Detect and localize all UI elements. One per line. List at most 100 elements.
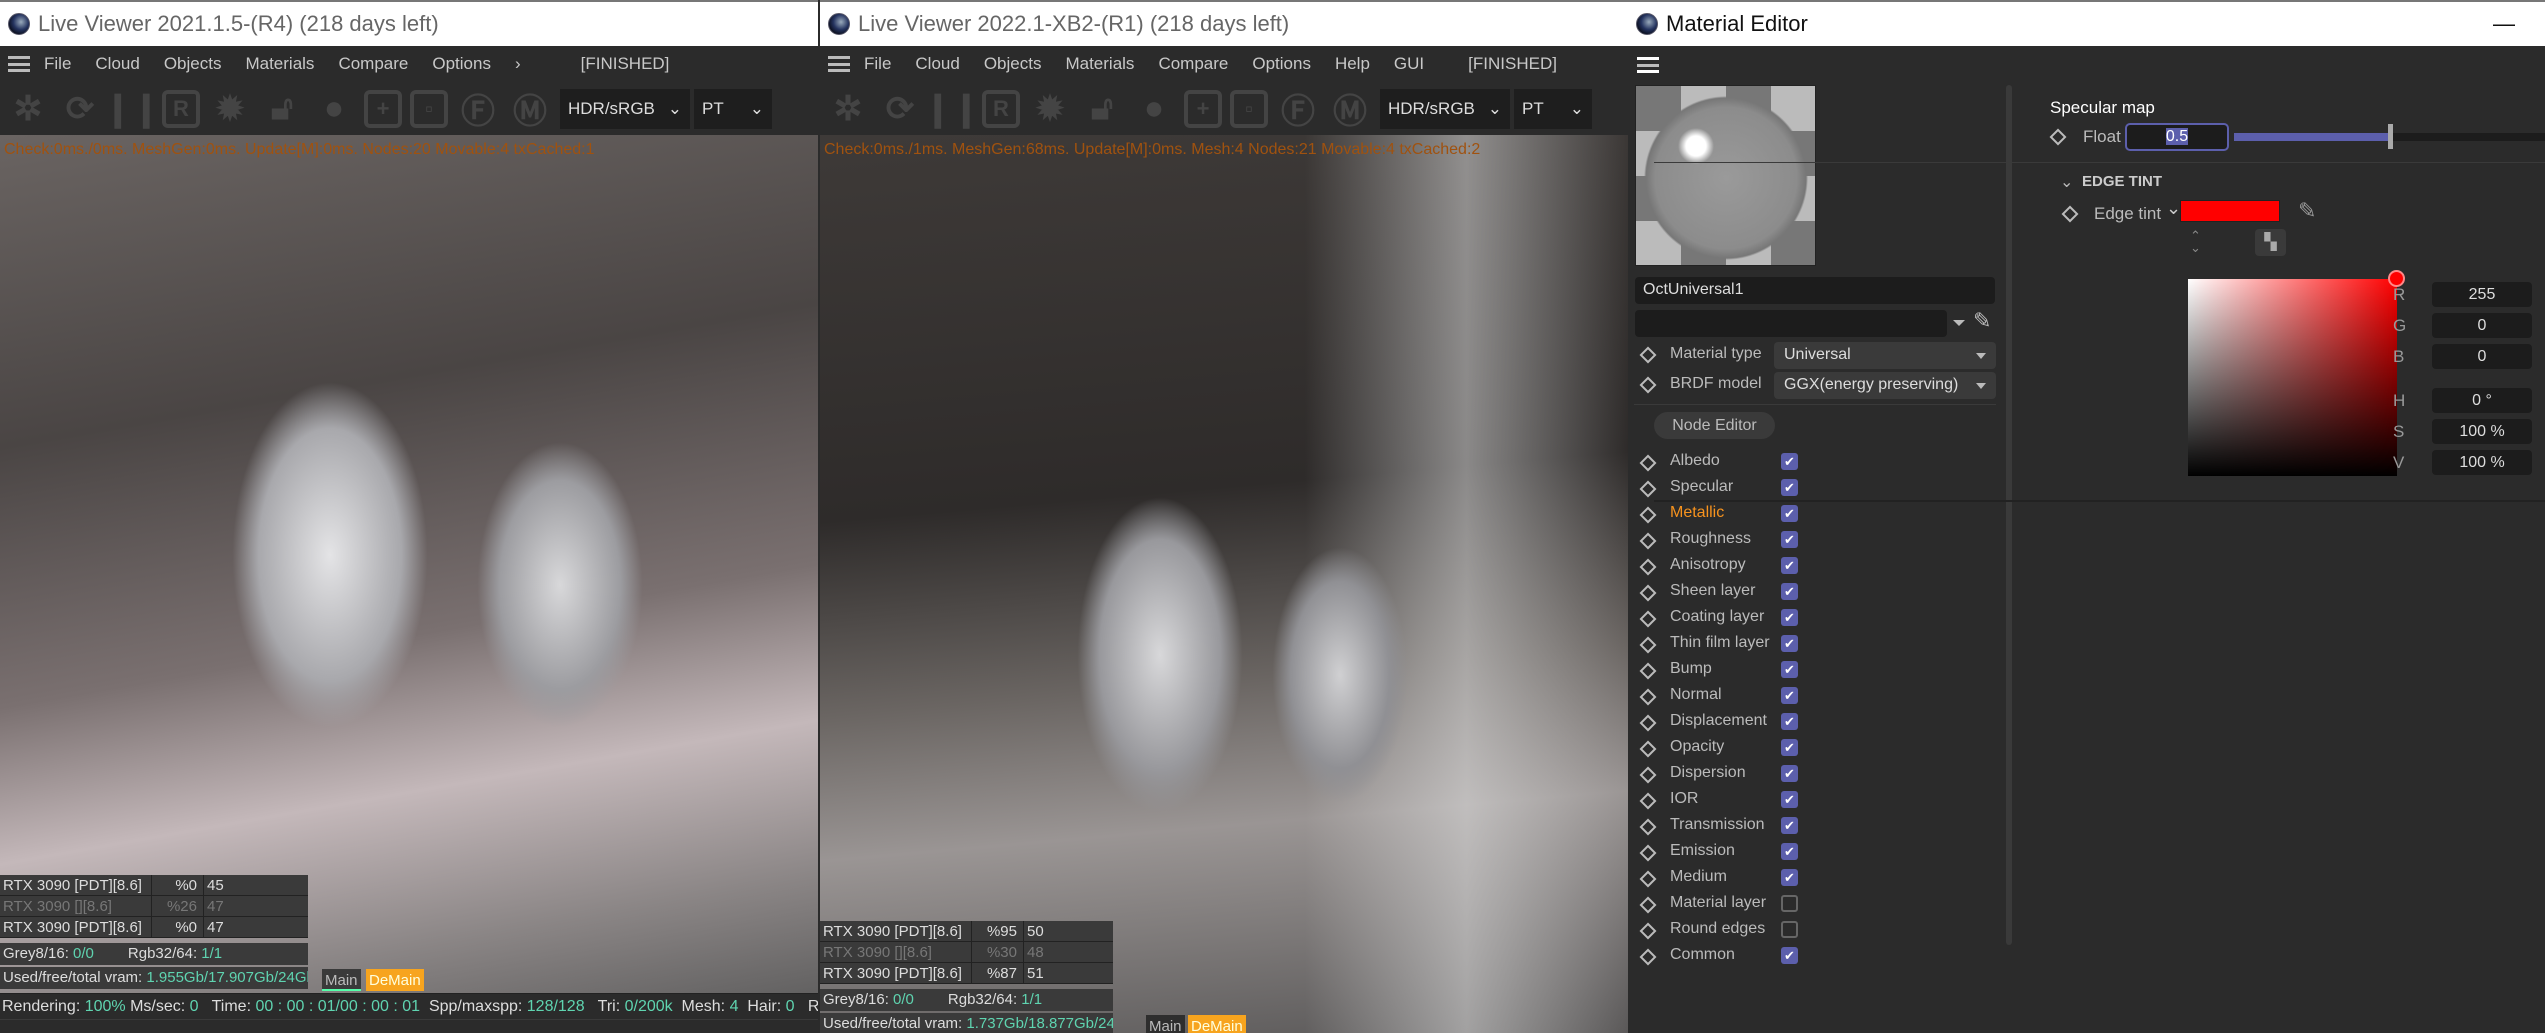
display-mode-select[interactable]: HDR/sRGB ⌄ [560, 88, 690, 129]
render-region-icon[interactable]: ▫ [410, 89, 448, 128]
chevron-down-icon[interactable]: ⌄ [2166, 198, 2181, 219]
menu-help[interactable]: Help [1335, 54, 1370, 74]
saturation-value-picker[interactable] [2188, 279, 2397, 476]
focus-pick-icon[interactable]: Ⓕ [1276, 87, 1320, 131]
channel-checkbox[interactable]: ✔ [1781, 479, 1798, 496]
pin-diamond-icon[interactable] [2049, 128, 2067, 146]
menu-cloud[interactable]: Cloud [915, 54, 959, 74]
float-value-input[interactable]: 0.5 [2125, 123, 2229, 151]
menu-objects[interactable]: Objects [164, 54, 222, 74]
channel-checkbox[interactable]: ✔ [1781, 817, 1798, 834]
channel-checkbox[interactable] [1781, 895, 1798, 912]
lock-open-icon[interactable]: 🔓︎ [260, 87, 304, 131]
sphere-icon[interactable]: ● [312, 87, 356, 131]
pin-diamond-icon[interactable] [1639, 480, 1657, 498]
hamburger-menu-icon[interactable] [8, 56, 30, 72]
channel-checkbox[interactable]: ✔ [1781, 609, 1798, 626]
render-viewport[interactable]: Check:0ms./1ms. MeshGen:68ms. Update[M]:… [820, 135, 1628, 1033]
material-name-field[interactable]: OctUniversal1 [1635, 277, 1995, 304]
minimize-button[interactable]: — [2493, 11, 2515, 37]
channel-checkbox[interactable]: ✔ [1781, 453, 1798, 470]
menu-more-chevron[interactable]: › [515, 54, 521, 74]
pin-diamond-icon[interactable] [1639, 506, 1657, 524]
scrollbar[interactable] [2006, 85, 2012, 945]
pin-diamond-icon[interactable] [1639, 532, 1657, 550]
render-region-icon[interactable]: ▫ [1230, 89, 1268, 128]
tab-main[interactable]: Main [322, 969, 361, 991]
display-mode-select[interactable]: HDR/sRGB ⌄ [1380, 88, 1510, 129]
channel-checkbox[interactable]: ✔ [1781, 531, 1798, 548]
eyedropper-icon[interactable]: ✎ [2298, 198, 2316, 224]
channel-checkbox[interactable]: ✔ [1781, 765, 1798, 782]
channel-checkbox[interactable]: ✔ [1781, 505, 1798, 522]
kernel-select[interactable]: PT ⌄ [1514, 88, 1592, 129]
lock-open-icon[interactable]: 🔓︎ [1080, 87, 1124, 131]
gear-icon[interactable]: ✹ [208, 87, 252, 131]
menu-options[interactable]: Options [1252, 54, 1311, 74]
pin-diamond-icon[interactable] [1639, 558, 1657, 576]
pause-icon[interactable]: ❙❙ [924, 87, 981, 131]
pin-diamond-icon[interactable] [1639, 454, 1657, 472]
menu-file[interactable]: File [44, 54, 71, 74]
channel-checkbox[interactable]: ✔ [1781, 713, 1798, 730]
channel-checkbox[interactable]: ✔ [1781, 947, 1798, 964]
recompile-icon[interactable]: R [162, 89, 200, 128]
pin-diamond-icon[interactable] [1639, 896, 1657, 914]
menu-materials[interactable]: Materials [245, 54, 314, 74]
saturation-value-field[interactable]: 100 % [2432, 419, 2532, 444]
edge-tint-section-title[interactable]: EDGE TINT [2082, 173, 2162, 190]
focus-pick-icon[interactable]: Ⓕ [456, 87, 500, 131]
brightness-value-field[interactable]: 100 % [2432, 450, 2532, 475]
pin-diamond-icon[interactable] [1639, 662, 1657, 680]
edge-tint-color-swatch[interactable] [2180, 200, 2280, 222]
preset-dropdown-arrow-icon[interactable] [1953, 320, 1965, 332]
recompile-icon[interactable]: R [982, 89, 1020, 128]
pin-diamond-icon[interactable] [1639, 922, 1657, 940]
pin-diamond-icon[interactable] [1639, 610, 1657, 628]
green-value-field[interactable]: 0 [2432, 313, 2532, 338]
channel-checkbox[interactable]: ✔ [1781, 661, 1798, 678]
menu-file[interactable]: File [864, 54, 891, 74]
channel-checkbox[interactable]: ✔ [1781, 739, 1798, 756]
pin-diamond-icon[interactable] [1639, 766, 1657, 784]
pin-diamond-icon[interactable] [1639, 870, 1657, 888]
kernel-select[interactable]: PT ⌄ [694, 88, 772, 129]
channel-checkbox[interactable]: ✔ [1781, 791, 1798, 808]
hue-value-field[interactable]: 0 ° [2432, 388, 2532, 413]
float-slider-thumb[interactable] [2387, 124, 2393, 149]
pin-diamond-icon[interactable] [1639, 714, 1657, 732]
blue-value-field[interactable]: 0 [2432, 344, 2532, 369]
sphere-icon[interactable]: ● [1132, 87, 1176, 131]
gear-icon[interactable]: ✹ [1028, 87, 1072, 131]
menu-compare[interactable]: Compare [1158, 54, 1228, 74]
restart-render-icon[interactable]: ⟳ [58, 87, 102, 131]
material-pick-icon[interactable]: Ⓜ [1328, 87, 1372, 131]
pin-diamond-icon[interactable] [1639, 844, 1657, 862]
up-down-toggle-icon[interactable]: ⌃ ⌄ [2190, 229, 2201, 254]
restart-render-icon[interactable]: ⟳ [878, 87, 922, 131]
pin-diamond-icon[interactable] [1639, 740, 1657, 758]
channel-checkbox[interactable]: ✔ [1781, 869, 1798, 886]
pin-diamond-icon[interactable] [1639, 948, 1657, 966]
add-region-icon[interactable]: + [364, 89, 402, 128]
tab-demain[interactable]: DeMain [366, 969, 424, 991]
pin-diamond-icon[interactable] [1639, 584, 1657, 602]
render-viewport[interactable]: Check:0ms./0ms. MeshGen:0ms. Update[M]:0… [0, 135, 818, 1033]
channel-checkbox[interactable]: ✔ [1781, 583, 1798, 600]
channel-checkbox[interactable]: ✔ [1781, 843, 1798, 860]
brdf-model-dropdown[interactable]: GGX(energy preserving) [1774, 372, 1996, 399]
pin-diamond-icon[interactable] [1639, 688, 1657, 706]
pin-diamond-icon[interactable] [2061, 205, 2079, 223]
material-preset-field[interactable] [1635, 310, 1947, 337]
menu-gui[interactable]: GUI [1394, 54, 1424, 74]
channel-checkbox[interactable] [1781, 921, 1798, 938]
material-pick-icon[interactable]: Ⓜ [508, 87, 552, 131]
menu-options[interactable]: Options [432, 54, 491, 74]
swatch-palette-button[interactable]: ▚ [2255, 229, 2286, 256]
hamburger-menu-icon[interactable] [828, 56, 850, 72]
pause-icon[interactable]: ❙❙ [104, 87, 161, 131]
tab-main[interactable]: Main [1146, 1015, 1185, 1033]
pin-diamond-icon[interactable] [1639, 636, 1657, 654]
pin-diamond-icon[interactable] [1639, 818, 1657, 836]
eyedropper-icon[interactable]: ✎ [1973, 308, 1991, 334]
